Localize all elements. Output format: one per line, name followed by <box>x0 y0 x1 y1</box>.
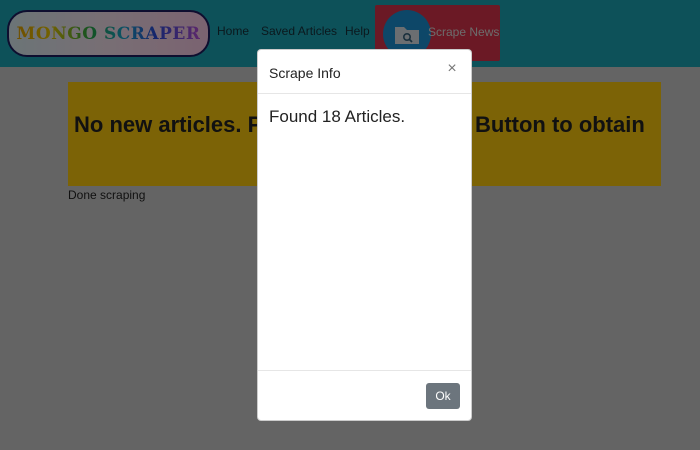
close-icon[interactable]: × <box>445 61 459 77</box>
modal-footer: Ok <box>258 370 471 420</box>
ok-button[interactable]: Ok <box>426 383 460 409</box>
scrape-info-modal: Scrape Info × Found 18 Articles. Ok <box>257 49 472 421</box>
modal-message: Found 18 Articles. <box>269 107 406 126</box>
modal-title: Scrape Info <box>269 65 341 81</box>
modal-body: Found 18 Articles. <box>258 94 471 372</box>
page: MONGO SCRAPER Home Saved Articles Help S… <box>0 0 700 450</box>
modal-header: Scrape Info × <box>258 50 471 94</box>
